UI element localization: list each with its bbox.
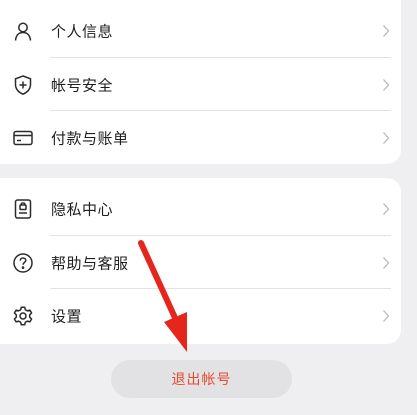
shield-plus-icon [12,74,34,96]
card-icon [12,127,34,149]
menu-item-label: 设置 [51,307,83,325]
menu-item-privacy-center[interactable]: 隐私中心 [0,182,401,235]
privacy-icon [12,198,34,220]
chevron-right-icon [381,131,391,145]
person-icon [12,20,34,42]
menu-item-label: 个人信息 [51,22,114,40]
menu-item-personal-info[interactable]: 个人信息 [0,4,401,57]
menu-item-label: 隐私中心 [51,200,114,218]
logout-button[interactable]: 退出帐号 [111,360,292,398]
menu-item-label: 帮助与客服 [51,254,129,272]
menu-item-payment-billing[interactable]: 付款与账单 [0,111,401,164]
chevron-right-icon [381,24,391,38]
menu-item-label: 帐号安全 [51,76,114,94]
chevron-right-icon [381,309,391,323]
chevron-right-icon [381,78,391,92]
chevron-right-icon [381,256,391,270]
account-menu-card: 个人信息 帐号安全 付款与账单 [0,0,401,164]
menu-item-account-security[interactable]: 帐号安全 [0,58,401,111]
gear-icon [12,305,34,327]
menu-item-settings[interactable]: 设置 [0,289,401,342]
menu-item-help-support[interactable]: 帮助与客服 [0,236,401,289]
menu-item-label: 付款与账单 [51,129,129,147]
settings-menu-card: 隐私中心 帮助与客服 设置 [0,178,401,344]
help-icon [12,252,34,274]
chevron-right-icon [381,202,391,216]
